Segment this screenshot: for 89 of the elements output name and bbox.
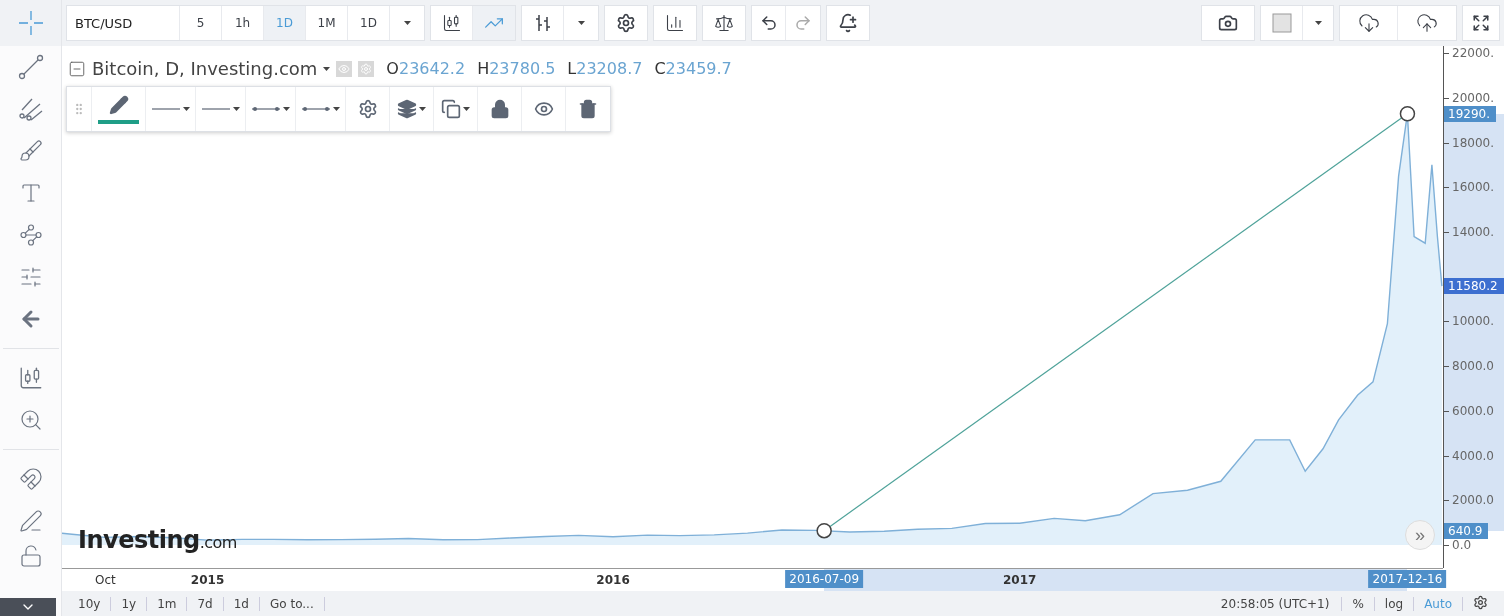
date-label: 2016: [596, 573, 630, 587]
bar-chart-icon: [665, 13, 685, 33]
eye-icon: [533, 99, 554, 119]
line-dots-icon: [301, 104, 331, 114]
brush-icon: [18, 139, 43, 163]
legend-title: Bitcoin, D, Investing.com: [92, 58, 318, 79]
caret-icon: [463, 107, 470, 111]
price-marker: 19290.: [1444, 105, 1496, 122]
settings-icon: [357, 99, 378, 119]
caret-icon: [333, 107, 340, 111]
range-button[interactable]: 7d: [187, 597, 224, 611]
ohlc-value: C23459.7: [654, 59, 732, 78]
line-width-button[interactable]: [196, 87, 246, 131]
fullscreen-icon: [1472, 14, 1490, 32]
price-marker: 11580.2: [1444, 278, 1504, 295]
pencil-icon: [108, 95, 129, 115]
price-label: 0.0: [1444, 537, 1472, 552]
caret-icon: [1314, 21, 1322, 25]
line-dots-icon: [251, 104, 281, 114]
zoom-in-icon: [18, 408, 43, 432]
undo-icon: [759, 14, 778, 32]
lock-button[interactable]: [478, 87, 522, 131]
collapse-icon[interactable]: [68, 59, 86, 78]
lock-icon: [489, 99, 510, 119]
range-button[interactable]: 1y: [111, 597, 148, 611]
price-label: 20000.: [1444, 90, 1494, 105]
pattern-icon: [18, 223, 43, 247]
price-label: 8000.0: [1444, 359, 1494, 374]
settings-icon: [1473, 595, 1488, 610]
settings-icon: [616, 13, 636, 33]
caret-icon: [233, 107, 240, 111]
price-label: 18000.: [1444, 135, 1494, 150]
price-label: 2000.0: [1444, 493, 1494, 508]
caret-icon: [419, 107, 426, 111]
trash-icon: [578, 99, 598, 119]
color-swatch-icon: [1271, 13, 1292, 33]
collapse-button[interactable]: [0, 598, 56, 616]
date-marker: 2017-12-16: [1368, 570, 1447, 588]
pencil-icon: [18, 509, 43, 533]
drag-handle[interactable]: [67, 87, 92, 131]
pitchfork-icon: [17, 96, 44, 122]
price-label: 22000.: [1444, 46, 1494, 61]
delete-button[interactable]: [566, 87, 610, 131]
scale-button[interactable]: log: [1374, 597, 1415, 611]
line-color-button[interactable]: [92, 87, 146, 131]
date-marker: 2016-07-09: [785, 570, 864, 588]
price-label: 16000.: [1444, 180, 1494, 195]
caret-icon: [323, 66, 331, 71]
line-extend-button[interactable]: [296, 87, 346, 131]
redo-icon: [794, 14, 812, 32]
price-label: 4000.0: [1444, 448, 1494, 463]
price-label: 10000.: [1444, 314, 1494, 329]
range-button[interactable]: 10y: [68, 597, 112, 611]
line-style-button[interactable]: [146, 87, 196, 131]
scale-icon: [714, 13, 734, 33]
crosshair-icon[interactable]: [17, 10, 44, 36]
range-button[interactable]: Go to...: [260, 597, 325, 611]
price-label: 14000.: [1444, 225, 1494, 239]
date-label: 2015: [190, 573, 225, 587]
copy-icon: [441, 99, 461, 119]
layers-icon: [397, 99, 417, 119]
clock: 20:58:05 (UTC+1): [1208, 597, 1343, 611]
logo: Investing.com: [78, 526, 237, 554]
camera-icon: [1218, 13, 1238, 33]
caret-icon: [183, 107, 190, 111]
bell-plus-icon: [838, 13, 858, 33]
ohlc-value: L23208.7: [567, 59, 643, 78]
cloud-download-icon: [1357, 12, 1380, 34]
settings-button[interactable]: [346, 87, 390, 131]
line-end-button[interactable]: [246, 87, 296, 131]
caret-icon: [283, 107, 290, 111]
range-button[interactable]: 1m: [147, 597, 188, 611]
magnet-icon: [18, 467, 43, 491]
candlestick-icon: [441, 13, 462, 33]
clone-button[interactable]: [434, 87, 478, 131]
cloud-upload-icon: [1416, 12, 1438, 34]
caret-icon: [577, 21, 585, 25]
visibility-button[interactable]: [522, 87, 566, 131]
date-label: Oct: [94, 573, 116, 587]
scale-button[interactable]: %: [1342, 597, 1375, 611]
line-tool-icon: [17, 54, 44, 80]
unlock-icon: [18, 544, 43, 568]
caret-icon: [403, 21, 411, 25]
layers-button[interactable]: [390, 87, 434, 131]
ohlc-value: H23780.5: [477, 59, 556, 78]
ohlc-value: O23642.2: [386, 59, 466, 78]
price-label: 6000.0: [1444, 403, 1494, 418]
date-label: 2017: [1003, 573, 1037, 587]
range-button[interactable]: 1d: [223, 597, 260, 611]
